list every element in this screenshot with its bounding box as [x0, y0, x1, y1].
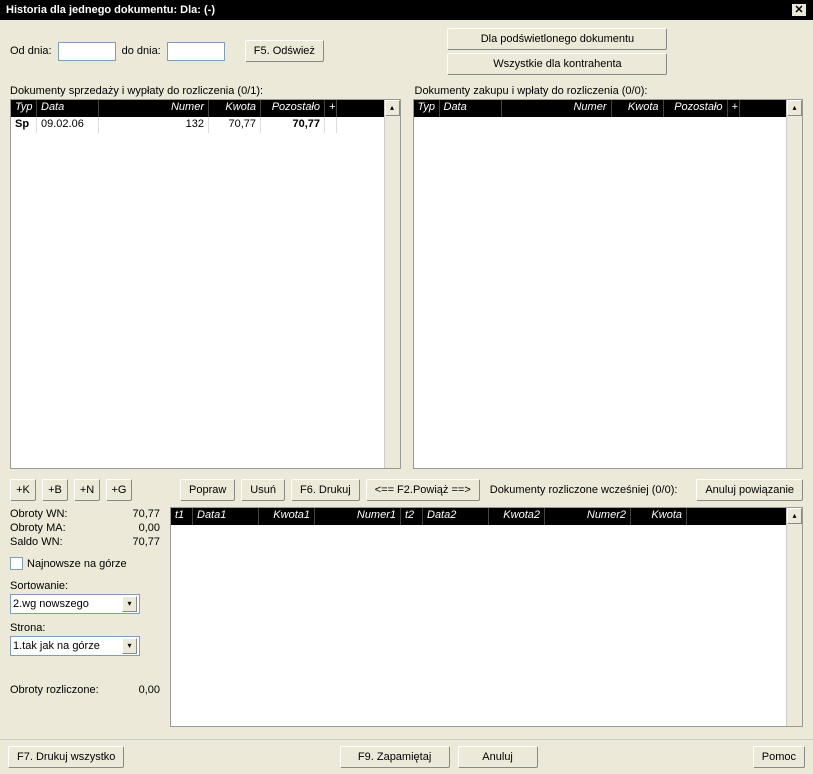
plus-n-button[interactable]: +N	[74, 479, 100, 501]
obroty-ma-label: Obroty MA:	[10, 522, 66, 534]
scroll-up-icon[interactable]: ▴	[385, 100, 400, 116]
chevron-down-icon[interactable]: ▾	[122, 638, 137, 654]
chevron-down-icon[interactable]: ▾	[122, 596, 137, 612]
col-plus: +	[325, 100, 337, 117]
scrollbar[interactable]: ▴	[384, 100, 400, 468]
popraw-button[interactable]: Popraw	[180, 479, 235, 501]
zapamietaj-button[interactable]: F9. Zapamiętaj	[340, 746, 450, 768]
najnowsze-label: Najnowsze na górze	[27, 558, 127, 570]
do-dnia-input[interactable]	[167, 42, 225, 61]
anuluj-powiazanie-button[interactable]: Anuluj powiązanie	[696, 479, 803, 501]
col-pozostalo: Pozostało	[261, 100, 325, 117]
sortowanie-select[interactable]: 2.wg nowszego ▾	[10, 594, 140, 614]
col-kwota: Kwota	[209, 100, 261, 117]
window-title: Historia dla jednego dokumentu: Dla: (-)	[6, 4, 215, 16]
powiaz-button[interactable]: <== F2.Powiąż ==>	[366, 479, 480, 501]
titlebar: Historia dla jednego dokumentu: Dla: (-)…	[0, 0, 813, 20]
table-row[interactable]: Sp 09.02.06 132 70,77 70,77	[11, 117, 384, 133]
anuluj-button[interactable]: Anuluj	[458, 746, 538, 768]
obroty-wn-value: 70,77	[132, 508, 160, 520]
all-for-contractor-button[interactable]: Wszystkie dla kontrahenta	[447, 53, 667, 75]
drukuj-wszystko-button[interactable]: F7. Drukuj wszystko	[8, 746, 124, 768]
od-dnia-label: Od dnia:	[10, 45, 52, 57]
settled-table[interactable]: t1 Data1 Kwota1 Numer1 t2 Data2 Kwota2 N…	[170, 507, 803, 727]
obroty-ma-value: 0,00	[139, 522, 160, 534]
for-highlighted-doc-button[interactable]: Dla podświetlonego dokumentu	[447, 28, 667, 50]
najnowsze-checkbox[interactable]	[10, 557, 23, 570]
od-dnia-input[interactable]	[58, 42, 116, 61]
usun-button[interactable]: Usuń	[241, 479, 285, 501]
obroty-wn-label: Obroty WN:	[10, 508, 67, 520]
refresh-button[interactable]: F5. Odśwież	[245, 40, 324, 62]
saldo-label: Saldo WN:	[10, 536, 63, 548]
rozliczone-label: Dokumenty rozliczone wcześniej (0/0):	[490, 484, 678, 496]
drukuj-button[interactable]: F6. Drukuj	[291, 479, 360, 501]
col-numer: Numer	[99, 100, 209, 117]
obroty-rozliczone-label: Obroty rozliczone:	[10, 684, 99, 696]
do-dnia-label: do dnia:	[122, 45, 161, 57]
saldo-value: 70,77	[132, 536, 160, 548]
sales-section-label: Dokumenty sprzedaży i wypłaty do rozlicz…	[10, 85, 399, 97]
col-typ: Typ	[11, 100, 37, 117]
strona-label: Strona:	[10, 622, 160, 634]
purchase-table[interactable]: Typ Data Numer Kwota Pozostało + ▴	[413, 99, 804, 469]
plus-g-button[interactable]: +G	[106, 479, 132, 501]
scrollbar[interactable]: ▴	[786, 508, 802, 726]
plus-b-button[interactable]: +B	[42, 479, 68, 501]
scroll-up-icon[interactable]: ▴	[787, 100, 802, 116]
obroty-rozliczone-value: 0,00	[139, 684, 160, 696]
close-icon[interactable]: ✕	[791, 3, 807, 17]
pomoc-button[interactable]: Pomoc	[753, 746, 805, 768]
sortowanie-label: Sortowanie:	[10, 580, 160, 592]
sales-table[interactable]: Typ Data Numer Kwota Pozostało + Sp 09.0…	[10, 99, 401, 469]
scroll-up-icon[interactable]: ▴	[787, 508, 802, 524]
purchase-section-label: Dokumenty zakupu i wpłaty do rozliczenia…	[415, 85, 804, 97]
plus-k-button[interactable]: +K	[10, 479, 36, 501]
scrollbar[interactable]: ▴	[786, 100, 802, 468]
col-data: Data	[37, 100, 99, 117]
strona-select[interactable]: 1.tak jak na górze ▾	[10, 636, 140, 656]
